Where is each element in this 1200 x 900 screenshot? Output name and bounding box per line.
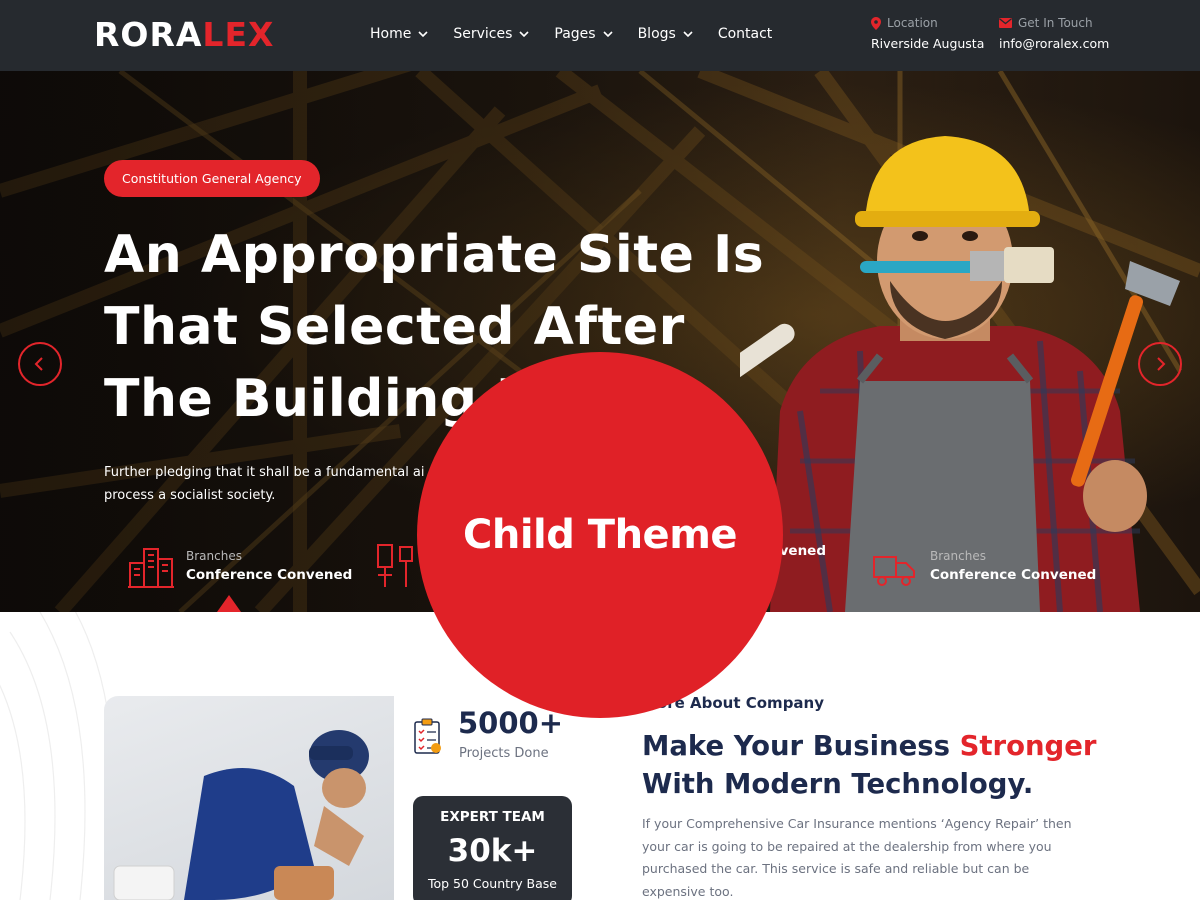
chevron-left-icon xyxy=(34,357,43,371)
map-pin-icon xyxy=(871,16,881,30)
nav-pages[interactable]: Pages xyxy=(554,24,613,44)
nav-home[interactable]: Home xyxy=(370,24,429,44)
projects-number: 5000+ xyxy=(458,706,564,740)
about-title-highlight: Stronger xyxy=(959,730,1097,762)
slider-prev-button[interactable] xyxy=(18,342,62,386)
logo-text-accent: LEX xyxy=(202,15,275,54)
email-info: Get In Touch info@roralex.com xyxy=(999,14,1109,55)
chevron-down-icon xyxy=(519,31,529,38)
about-photo xyxy=(104,696,394,900)
location-value: Riverside Augusta xyxy=(871,36,985,51)
site-logo[interactable]: RORALEX xyxy=(94,17,274,53)
chevron-down-icon xyxy=(418,31,428,38)
feature-4-title: Branches xyxy=(930,549,986,563)
email-value[interactable]: info@roralex.com xyxy=(999,33,1109,55)
hero-title-line-1: An Appropriate Site Is xyxy=(104,225,765,285)
email-label-row: Get In Touch xyxy=(999,14,1109,32)
active-slide-indicator xyxy=(217,595,241,612)
chevron-right-icon xyxy=(1157,357,1166,371)
nav-services[interactable]: Services xyxy=(453,24,530,44)
nav-blogs-label: Blogs xyxy=(637,26,676,42)
construction-worker-image xyxy=(740,136,1180,612)
location-info: Location Riverside Augusta xyxy=(871,14,984,55)
logo-text-primary: RORA xyxy=(94,15,203,54)
nav-services-label: Services xyxy=(453,26,513,42)
site-header: RORALEX Home Services Pages Blogs Contac… xyxy=(0,0,1200,71)
nav-home-label: Home xyxy=(370,26,412,42)
feature-1-value: Conference Convened xyxy=(186,567,353,583)
buildings-icon xyxy=(128,548,174,588)
about-body: If your Comprehensive Car Insurance ment… xyxy=(642,813,1092,900)
truck-icon xyxy=(873,556,915,586)
about-body-line-4: expensive too. xyxy=(642,883,734,899)
nav-blogs[interactable]: Blogs xyxy=(638,24,694,44)
team-title: EXPERT TEAM xyxy=(440,809,545,825)
team-number: 30k+ xyxy=(447,833,538,869)
main-nav: Home Services Pages Blogs Contact xyxy=(370,24,796,44)
about-body-line-2: your car is going to be repaired at the … xyxy=(642,838,1052,854)
about-title: Make Your Business Stronger With Modern … xyxy=(642,727,1142,803)
clipboard-checklist-icon xyxy=(414,718,441,754)
hero-feature-1: Branches Conference Convened xyxy=(126,541,352,591)
about-body-line-3: purchased the car. This service is safe … xyxy=(642,861,1030,876)
hero-feature-4: Branches Conference Convened xyxy=(870,541,1096,591)
worker-kneeling-image xyxy=(113,730,369,900)
location-label-row: Location xyxy=(871,14,984,32)
location-label: Location xyxy=(887,16,938,30)
nav-contact-label: Contact xyxy=(717,26,773,42)
nav-pages-label: Pages xyxy=(554,26,596,42)
envelope-icon xyxy=(999,18,1012,28)
chevron-down-icon xyxy=(603,31,613,38)
hero-title-line-2: That Selected After xyxy=(104,297,685,357)
about-body-line-1: If your Comprehensive Car Insurance ment… xyxy=(642,816,1072,831)
feature-4-value: Conference Convened xyxy=(930,567,1097,583)
slider-next-button[interactable] xyxy=(1138,342,1182,386)
about-title-part-1: Make Your Business xyxy=(642,730,960,762)
email-label: Get In Touch xyxy=(1018,16,1093,30)
projects-caption: Projects Done xyxy=(459,746,549,761)
expert-team-card: EXPERT TEAM 30k+ Top 50 Country Base xyxy=(413,796,572,900)
child-theme-label: Child Theme xyxy=(462,512,738,558)
child-theme-badge: Child Theme xyxy=(417,352,783,718)
chevron-down-icon xyxy=(683,31,693,38)
team-caption: Top 50 Country Base xyxy=(427,876,558,891)
hero-badge[interactable]: Constitution General Agency xyxy=(104,160,320,197)
feature-1-title: Branches xyxy=(186,549,242,563)
nav-contact[interactable]: Contact xyxy=(718,24,772,44)
about-title-line-2: With Modern Technology. xyxy=(642,768,1034,800)
